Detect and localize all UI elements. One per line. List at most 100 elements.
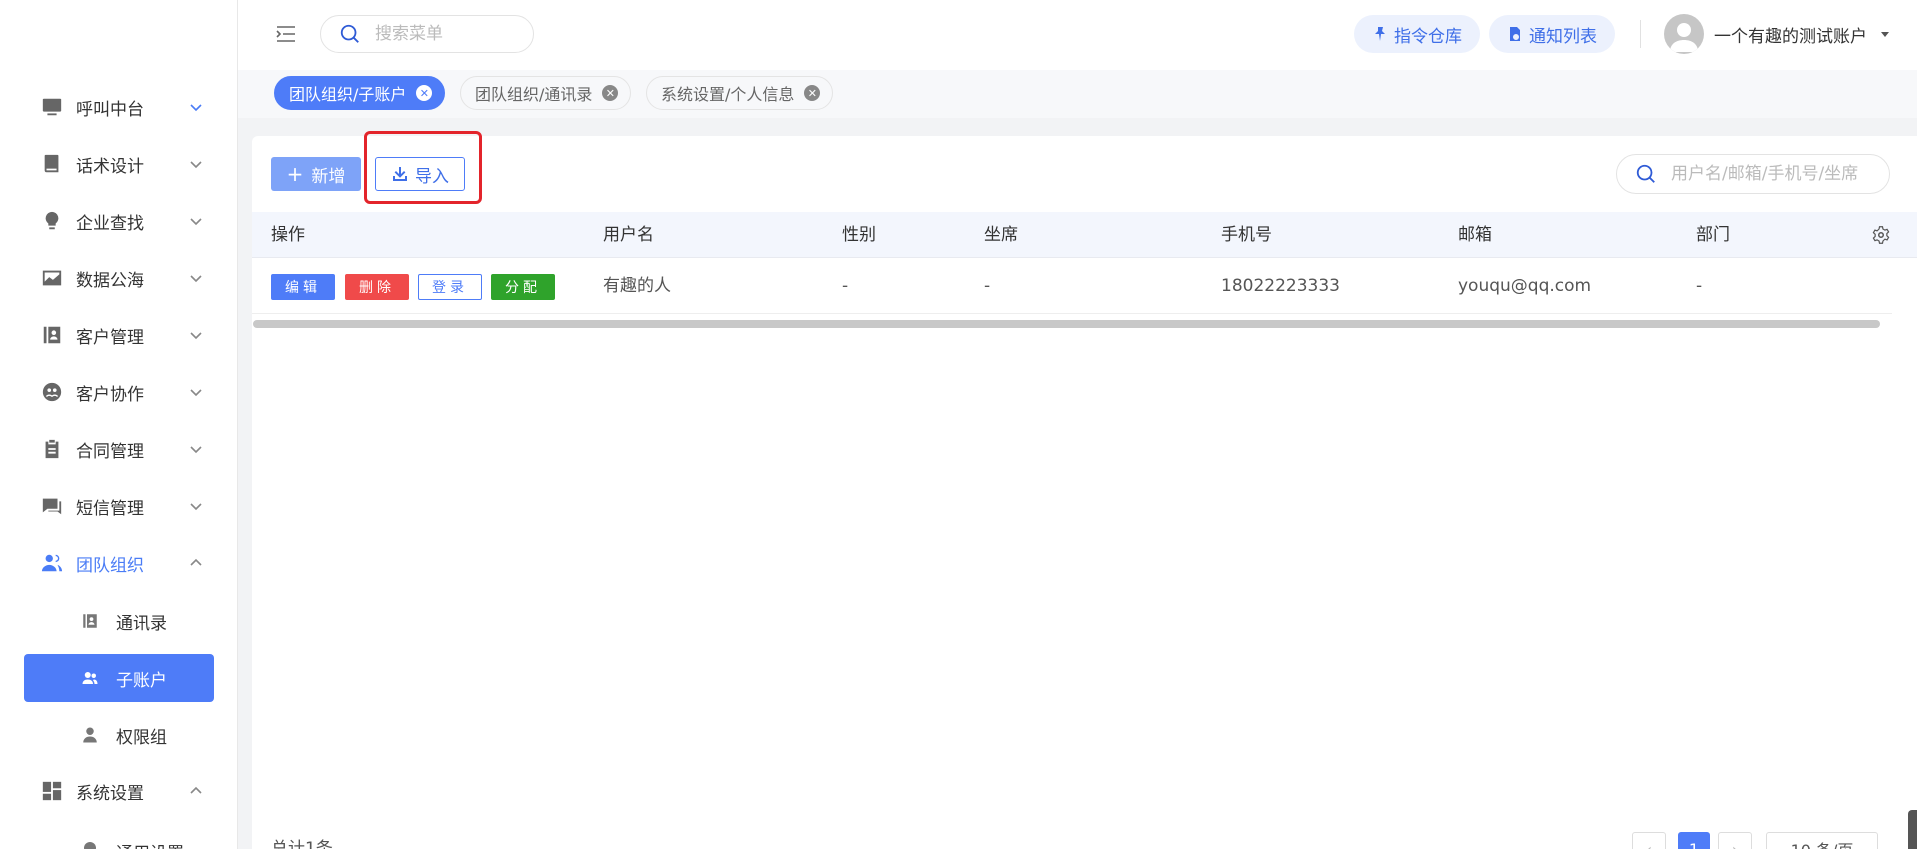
- chevron-down-icon: [190, 446, 202, 454]
- import-button[interactable]: 导入: [375, 157, 465, 191]
- sidebar-subitem-label: 权限组: [116, 727, 167, 748]
- column-header: 用户名: [603, 225, 654, 245]
- monitor-icon: [40, 95, 64, 119]
- command-library-label: 指令仓库: [1394, 26, 1462, 47]
- sidebar-item-enterprise-search[interactable]: 企业查找: [24, 197, 214, 245]
- login-button[interactable]: 登录: [418, 274, 482, 300]
- table-search[interactable]: [1616, 154, 1890, 194]
- caret-down-icon: [1881, 32, 1889, 37]
- sidebar-item-customer-collab[interactable]: 客户协作: [24, 368, 214, 416]
- sidebar-subitem-general-settings[interactable]: 通用设置: [24, 826, 214, 849]
- menu-collapse-icon[interactable]: [274, 22, 298, 46]
- search-icon: [340, 24, 359, 43]
- bulb-icon: [40, 209, 64, 233]
- table-search-input[interactable]: [1671, 164, 1871, 184]
- horizontal-scrollbar[interactable]: [253, 320, 1880, 328]
- sidebar-item-customer-mgmt[interactable]: 客户管理: [24, 311, 214, 359]
- next-page-button[interactable]: ›: [1718, 832, 1752, 849]
- chevron-up-icon: [190, 786, 202, 794]
- page-size-select[interactable]: 10 条/页: [1766, 832, 1878, 849]
- top-header: 指令仓库 通知列表 一个有趣的测试账户: [238, 0, 1917, 70]
- sidebar-item-label: 企业查找: [76, 213, 144, 234]
- collab-icon: [40, 380, 64, 404]
- add-button[interactable]: + 新增: [271, 157, 361, 191]
- edit-button[interactable]: 编辑: [271, 274, 335, 300]
- sidebar-item-call-center[interactable]: 呼叫中台: [24, 83, 214, 131]
- address-book-icon: [80, 611, 100, 631]
- tab-label: 系统设置/个人信息: [661, 85, 795, 104]
- close-icon[interactable]: ✕: [602, 85, 619, 101]
- sidebar-subitem-sub-account[interactable]: 子账户: [24, 654, 214, 702]
- tab-team-contacts[interactable]: 团队组织/通讯录 ✕: [460, 76, 632, 110]
- prev-page-button[interactable]: ‹: [1632, 832, 1666, 849]
- sidebar-item-script-design[interactable]: 话术设计: [24, 140, 214, 188]
- sidebar-subitem-permission-group[interactable]: 权限组: [24, 711, 214, 759]
- sidebar-item-sms-mgmt[interactable]: 短信管理: [24, 482, 214, 530]
- chevron-right-icon: ›: [1731, 839, 1739, 849]
- sidebar-item-contract-mgmt[interactable]: 合同管理: [24, 425, 214, 473]
- table-row: 编辑 删除 登录 分配 有趣的人 - - 18022223333 youqu@q…: [252, 258, 1892, 314]
- total-count: 总计1条: [271, 839, 333, 849]
- notice-list-button[interactable]: 通知列表: [1489, 15, 1615, 53]
- search-icon: [1636, 164, 1655, 183]
- gear-icon: [80, 838, 100, 849]
- chevron-down-icon: [190, 332, 202, 340]
- sidebar-item-label: 呼叫中台: [76, 99, 144, 120]
- book-icon: [40, 152, 64, 176]
- edit-button-label: 编辑: [285, 280, 321, 296]
- sidebar-item-team-org[interactable]: 团队组织: [24, 539, 214, 587]
- download-icon: [393, 167, 407, 181]
- cell-phone: 18022223333: [1221, 276, 1340, 296]
- chevron-down-icon: [190, 218, 202, 226]
- grid-icon: [40, 779, 64, 803]
- chevron-down-icon: [190, 161, 202, 169]
- chevron-down-icon: [190, 275, 202, 283]
- column-header: 手机号: [1221, 225, 1272, 245]
- column-header: 操作: [271, 225, 305, 245]
- delete-button-label: 删除: [359, 280, 395, 296]
- cell-seat: -: [984, 276, 991, 296]
- sidebar-item-label: 合同管理: [76, 441, 144, 462]
- page-number-button[interactable]: 1: [1678, 832, 1710, 849]
- sidebar: 呼叫中台 话术设计 企业查找 数据公海 客户管理 客户协作 合同管理 短信管理 …: [0, 0, 238, 849]
- tab-label: 团队组织/通讯录: [475, 85, 593, 104]
- column-header: 部门: [1696, 225, 1730, 245]
- menu-search-input[interactable]: [375, 24, 515, 44]
- tab-bar: 团队组织/子账户 ✕ 团队组织/通讯录 ✕ 系统设置/个人信息 ✕: [238, 70, 1917, 118]
- login-button-label: 登录: [432, 280, 468, 296]
- delete-button[interactable]: 删除: [345, 274, 409, 300]
- plus-icon: +: [286, 162, 304, 186]
- sidebar-subitem-label: 通用设置: [116, 839, 184, 849]
- assign-button-label: 分配: [505, 280, 541, 296]
- page-size-label: 10 条/页: [1791, 837, 1854, 849]
- document-icon: [1510, 27, 1520, 41]
- sidebar-item-label: 话术设计: [76, 156, 144, 177]
- sidebar-item-data-pool[interactable]: 数据公海: [24, 254, 214, 302]
- user-menu[interactable]: 一个有趣的测试账户: [1664, 14, 1891, 54]
- tab-team-sub-account[interactable]: 团队组织/子账户 ✕: [274, 76, 446, 110]
- table-header: 操作 用户名 性别 坐席 手机号 邮箱 部门: [252, 212, 1917, 258]
- tab-system-profile[interactable]: 系统设置/个人信息 ✕: [646, 76, 834, 110]
- sidebar-item-system-settings[interactable]: 系统设置: [24, 767, 214, 815]
- sidebar-item-label: 数据公海: [76, 270, 144, 291]
- sidebar-subitem-label: 子账户: [116, 670, 167, 691]
- sidebar-item-label: 短信管理: [76, 498, 144, 519]
- gear-icon[interactable]: [1872, 226, 1890, 244]
- side-edge-handle[interactable]: [1908, 810, 1917, 849]
- close-icon[interactable]: ✕: [804, 85, 821, 101]
- import-button-label: 导入: [415, 166, 449, 187]
- content-panel: + 新增 导入 操作 用户名 性别 坐席 手机号 邮箱 部门 编辑 删除 登录 …: [252, 131, 1917, 849]
- assign-button[interactable]: 分配: [491, 274, 555, 300]
- page-number-label: 1: [1688, 839, 1700, 849]
- sidebar-subitem-contacts[interactable]: 通讯录: [24, 597, 214, 645]
- sub-account-icon: [80, 668, 100, 688]
- menu-search[interactable]: [320, 15, 534, 53]
- cell-username: 有趣的人: [603, 276, 671, 296]
- close-icon[interactable]: ✕: [416, 85, 433, 101]
- notice-list-label: 通知列表: [1529, 26, 1597, 47]
- column-header: 邮箱: [1458, 225, 1492, 245]
- command-library-button[interactable]: 指令仓库: [1354, 15, 1480, 53]
- team-icon: [40, 551, 64, 575]
- pin-icon: [1375, 27, 1385, 41]
- tab-label: 团队组织/子账户: [289, 85, 407, 104]
